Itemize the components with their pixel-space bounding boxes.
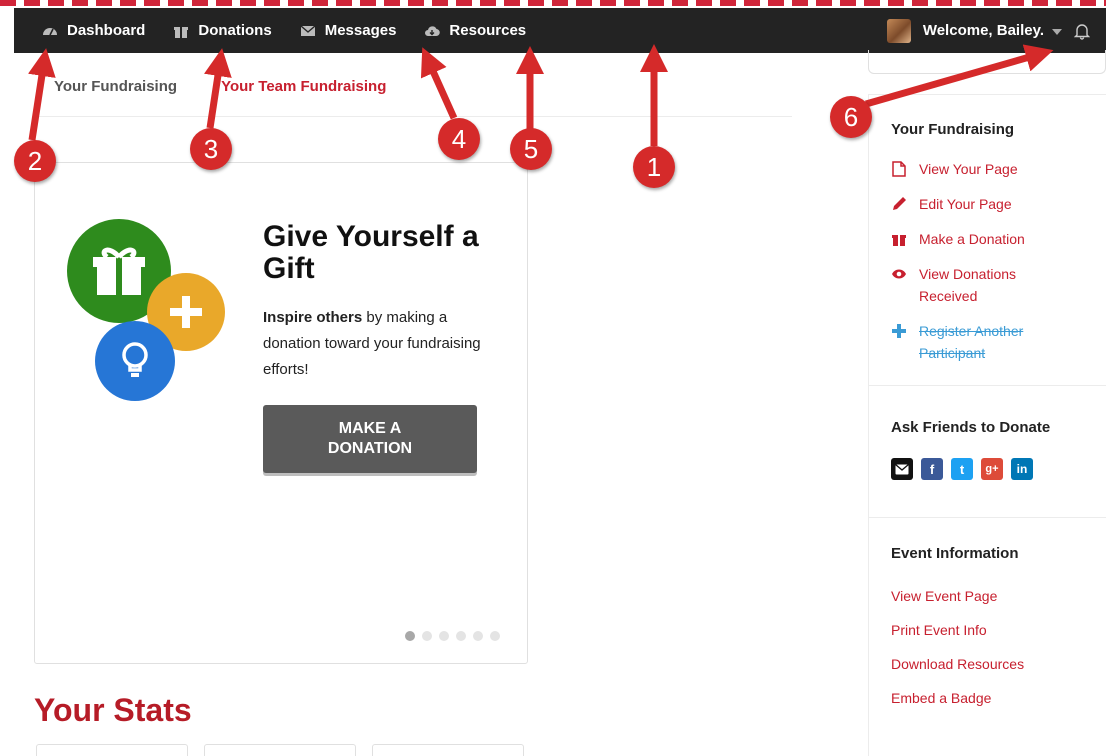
welcome-text[interactable]: Welcome, Bailey. bbox=[923, 22, 1044, 39]
file-icon bbox=[891, 161, 907, 177]
annotation-badge-5: 5 bbox=[510, 128, 552, 170]
linkedin-share-button[interactable]: in bbox=[1011, 458, 1033, 480]
gift-icon bbox=[173, 23, 189, 39]
sidebar-link-view-donations[interactable]: View Donations Received bbox=[891, 263, 1051, 307]
sidebar-link-label: View Your Page bbox=[919, 161, 1018, 177]
sidebar-link-label: Register Another Participant bbox=[919, 323, 1024, 361]
carousel-dot[interactable] bbox=[456, 631, 466, 641]
sidebar: Your Fundraising View Your Page Edit You… bbox=[868, 94, 1106, 756]
carousel-dots bbox=[405, 631, 507, 641]
nav-resources[interactable]: Resources bbox=[424, 8, 526, 53]
plus-icon bbox=[891, 323, 907, 339]
nav-resources-label: Resources bbox=[449, 22, 527, 39]
annotation-badge-2: 2 bbox=[14, 140, 56, 182]
carousel-dot[interactable] bbox=[422, 631, 432, 641]
twitter-share-button[interactable]: t bbox=[951, 458, 973, 480]
chevron-down-icon[interactable] bbox=[1052, 28, 1062, 35]
arrow-4 bbox=[420, 47, 458, 120]
promo-title: Give Yourself a Gift bbox=[263, 220, 479, 285]
email-share-button[interactable] bbox=[891, 458, 913, 480]
annotation-badge-4: 4 bbox=[438, 118, 480, 160]
your-stats-heading: Your Stats bbox=[34, 692, 192, 728]
make-a-donation-button[interactable]: MAKE A DONATION bbox=[263, 405, 477, 473]
pencil-icon bbox=[891, 196, 907, 212]
user-menu[interactable]: Welcome, Bailey. bbox=[886, 8, 1106, 53]
sidebar-link-edit-page[interactable]: Edit Your Page bbox=[891, 193, 1061, 215]
carousel-dot[interactable] bbox=[439, 631, 449, 641]
sidebar-link-label: Edit Your Page bbox=[919, 196, 1012, 212]
twitter-icon: t bbox=[959, 461, 965, 477]
promo-text: Inspire others by making a donation towa… bbox=[263, 305, 495, 383]
promo-carousel: Give Yourself a Gift Inspire others by m… bbox=[34, 162, 528, 664]
dropdown-edge bbox=[868, 50, 1106, 74]
print-event-info-link[interactable]: Print Event Info bbox=[891, 622, 1024, 638]
promo-text-bold: Inspire others bbox=[263, 309, 363, 326]
avatar[interactable] bbox=[886, 18, 911, 43]
linkedin-icon: in bbox=[1016, 462, 1028, 476]
nav-dashboard[interactable]: Dashboard bbox=[42, 8, 145, 53]
ask-friends-title: Ask Friends to Donate bbox=[891, 419, 1051, 436]
dashboard-icon bbox=[42, 23, 58, 39]
carousel-dot[interactable] bbox=[473, 631, 483, 641]
googleplus-icon: g+ bbox=[985, 463, 999, 475]
gift-icon bbox=[891, 231, 907, 247]
bell-icon[interactable] bbox=[1074, 22, 1090, 40]
annotation-badge-6: 6 bbox=[830, 96, 872, 138]
embed-badge-link[interactable]: Embed a Badge bbox=[891, 690, 1024, 706]
plus-icon bbox=[170, 296, 202, 328]
annotation-badge-1: 1 bbox=[633, 146, 675, 188]
cloud-download-icon bbox=[424, 23, 441, 39]
nav-messages[interactable]: Messages bbox=[300, 8, 397, 53]
fundraising-tabs: Your Fundraising Your Team Fundraising bbox=[54, 78, 386, 95]
lightbulb-icon bbox=[122, 342, 148, 377]
tab-team-fundraising[interactable]: Your Team Fundraising bbox=[221, 78, 386, 95]
annotation-badge-3: 3 bbox=[190, 128, 232, 170]
sidebar-divider bbox=[869, 517, 1106, 518]
dashed-border bbox=[0, 0, 1106, 6]
arrow-2 bbox=[28, 48, 56, 141]
sidebar-link-label: Make a Donation bbox=[919, 231, 1025, 247]
share-buttons: f t g+ in bbox=[891, 458, 1050, 480]
download-resources-link[interactable]: Download Resources bbox=[891, 656, 1024, 672]
eye-icon bbox=[891, 266, 907, 282]
gift-icon bbox=[93, 247, 145, 295]
sidebar-fundraising-title: Your Fundraising bbox=[891, 121, 1015, 138]
nav-dashboard-label: Dashboard bbox=[67, 22, 146, 39]
make-a-donation-label: MAKE A DONATION bbox=[327, 420, 413, 457]
sidebar-fundraising: Your Fundraising View Your Page Edit You… bbox=[891, 121, 1061, 364]
stat-card bbox=[204, 744, 356, 756]
sidebar-link-make-donation[interactable]: Make a Donation bbox=[891, 228, 1061, 250]
envelope-icon bbox=[300, 23, 316, 39]
carousel-dot[interactable] bbox=[405, 631, 415, 641]
stat-card bbox=[372, 744, 524, 756]
lightbulb-circle bbox=[95, 321, 175, 401]
nav-messages-label: Messages bbox=[324, 22, 397, 39]
sidebar-link-register-participant[interactable]: Register Another Participant bbox=[891, 320, 1061, 364]
facebook-share-button[interactable]: f bbox=[921, 458, 943, 480]
sidebar-link-view-page[interactable]: View Your Page bbox=[891, 158, 1061, 180]
googleplus-share-button[interactable]: g+ bbox=[981, 458, 1003, 480]
sidebar-share: Ask Friends to Donate f t g+ in bbox=[891, 419, 1050, 480]
facebook-icon: f bbox=[929, 461, 935, 477]
sidebar-event-info: Event Information View Event Page Print … bbox=[891, 545, 1024, 706]
arrow-3 bbox=[204, 48, 232, 129]
envelope-icon bbox=[895, 463, 909, 474]
stat-card bbox=[36, 744, 188, 756]
carousel-dot[interactable] bbox=[490, 631, 500, 641]
top-navigation-bar: Dashboard Donations Messages Resources W… bbox=[14, 8, 1106, 53]
nav-donations-label: Donations bbox=[198, 22, 272, 39]
event-information-title: Event Information bbox=[891, 545, 1019, 562]
tabs-divider bbox=[34, 116, 792, 117]
sidebar-link-label: View Donations Received bbox=[919, 266, 1017, 304]
view-event-page-link[interactable]: View Event Page bbox=[891, 588, 1024, 604]
nav-donations[interactable]: Donations bbox=[173, 8, 272, 53]
tab-your-fundraising[interactable]: Your Fundraising bbox=[54, 78, 177, 95]
sidebar-divider bbox=[869, 385, 1106, 386]
